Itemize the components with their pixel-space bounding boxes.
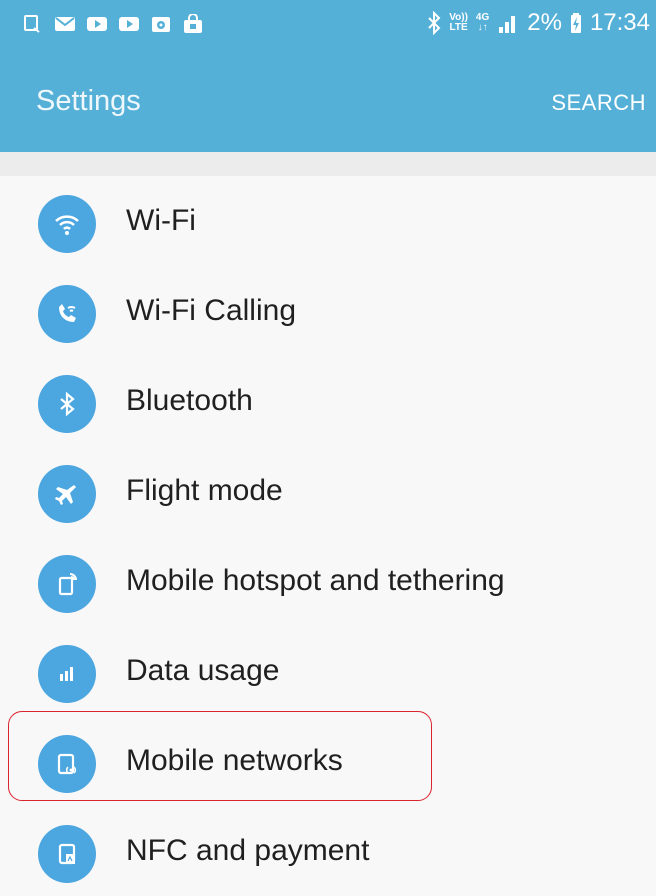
- settings-item-label: Mobile hotspot and tethering: [126, 564, 505, 597]
- settings-item-hotspot[interactable]: Mobile hotspot and tethering: [0, 536, 656, 626]
- settings-item-wifi[interactable]: Wi-Fi: [0, 176, 656, 266]
- volte-icon: Vo)) LTE: [449, 12, 468, 33]
- settings-item-wifi-calling[interactable]: Wi-Fi Calling: [0, 266, 656, 356]
- gallery-icon: [152, 17, 170, 32]
- settings-item-label: NFC and payment: [126, 834, 370, 867]
- system-icons: Vo)) LTE 4G ↓↑ 2% 17:34: [427, 9, 650, 37]
- airplane-icon: [38, 465, 96, 523]
- bluetooth-icon: [38, 375, 96, 433]
- battery-charging-icon: [570, 13, 581, 33]
- wifi-icon: [38, 195, 96, 253]
- 4g-icon: 4G ↓↑: [475, 12, 490, 33]
- shopping-icon: [184, 14, 202, 33]
- settings-item-bluetooth[interactable]: Bluetooth: [0, 356, 656, 446]
- clock: 17:34: [589, 9, 650, 36]
- settings-item-nfc[interactable]: NFC and payment: [0, 806, 656, 896]
- nfc-icon: [38, 825, 96, 883]
- wifi-calling-icon: [38, 285, 96, 343]
- signal-icon: [499, 16, 516, 33]
- email-icon: [55, 17, 75, 31]
- settings-item-label: Wi-Fi Calling: [126, 294, 297, 327]
- section-divider: [0, 152, 656, 176]
- battery-percent: 2%: [527, 9, 562, 36]
- settings-item-label: Wi-Fi: [126, 204, 196, 237]
- youtube-icon: [87, 17, 107, 31]
- search-button[interactable]: SEARCH: [551, 90, 646, 116]
- settings-item-data-usage[interactable]: Data usage: [0, 626, 656, 716]
- data-usage-icon: [38, 645, 96, 703]
- hotspot-icon: [38, 555, 96, 613]
- bluetooth-icon: [428, 11, 441, 35]
- page-title: Settings: [36, 85, 141, 117]
- settings-item-flight-mode[interactable]: Flight mode: [0, 446, 656, 536]
- status-bar: Vo)) LTE 4G ↓↑ 2% 17:34: [0, 0, 656, 52]
- settings-item-label: Flight mode: [126, 474, 283, 507]
- youtube-icon: [119, 17, 139, 31]
- highlight-box: [8, 711, 432, 801]
- notification-icons: [22, 14, 204, 34]
- screenshot-icon: [24, 15, 40, 33]
- settings-item-label: Data usage: [126, 654, 280, 687]
- settings-item-label: Bluetooth: [126, 384, 253, 417]
- app-bar: Settings SEARCH: [0, 52, 656, 152]
